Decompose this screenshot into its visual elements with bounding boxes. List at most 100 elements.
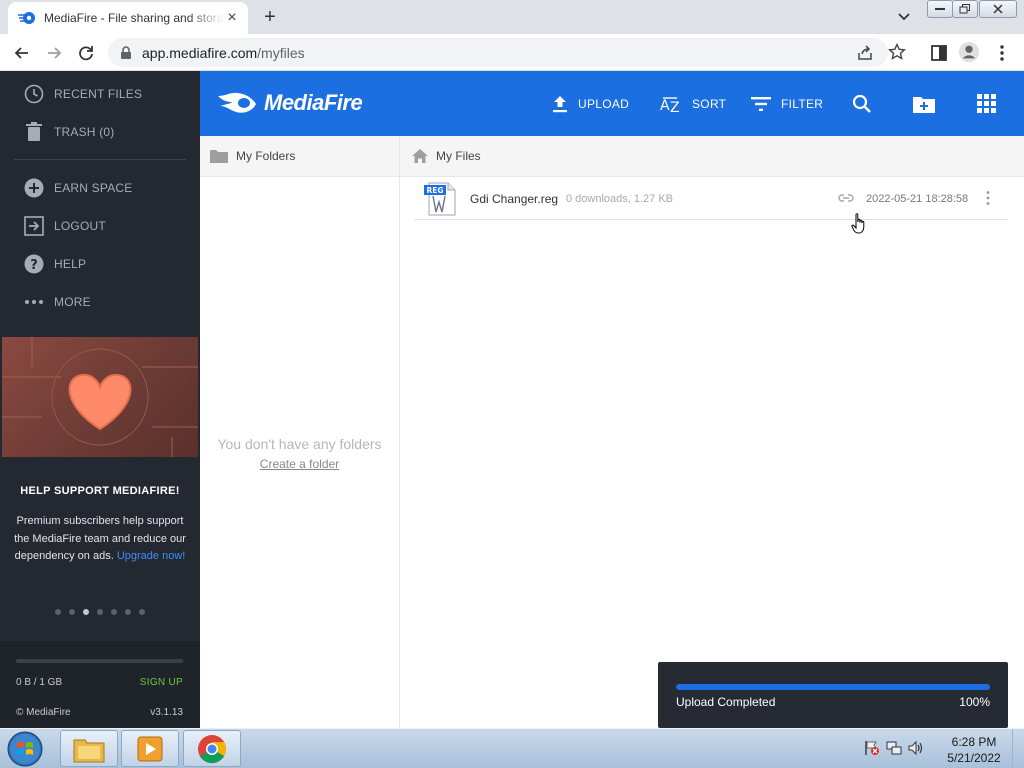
svg-text:Z: Z — [670, 100, 680, 113]
mediafire-logo-icon — [218, 92, 256, 113]
chrome-icon — [198, 734, 226, 763]
browser-menu-icon[interactable] — [991, 42, 1013, 64]
filter-icon — [751, 96, 771, 111]
tab-title: MediaFire - File sharing and storage — [44, 11, 224, 25]
profile-avatar-icon[interactable] — [958, 41, 980, 63]
browser-tab-bar: MediaFire - File sharing and storage × + — [0, 0, 1024, 34]
network-icon[interactable] — [886, 740, 902, 756]
logo-text: MediaFire — [264, 90, 363, 115]
my-files-title[interactable]: My Files — [436, 149, 481, 163]
sidebar-item-more[interactable]: MORE — [0, 287, 200, 317]
browser-toolbar: app.mediafire.com/myfiles — [0, 34, 1024, 71]
tab-search-chevron-icon[interactable] — [894, 8, 914, 26]
clock-date[interactable]: 5/21/2022 — [944, 751, 1004, 765]
carousel-dot[interactable] — [125, 609, 131, 615]
my-folders-title: My Folders — [236, 149, 296, 163]
sidebar-item-trash[interactable]: TRASH (0) — [0, 117, 200, 147]
grid-view-icon — [977, 94, 996, 113]
create-folder-link[interactable]: Create a folder — [200, 457, 399, 471]
side-panel-icon[interactable] — [928, 42, 950, 64]
promo-title: HELP SUPPORT MEDIAFIRE! — [20, 485, 180, 497]
system-tray — [864, 740, 924, 756]
version-text: v3.1.13 — [150, 707, 183, 718]
clock-time[interactable]: 6:28 PM — [944, 735, 1004, 749]
media-player-icon — [137, 736, 163, 761]
browser-tab[interactable]: MediaFire - File sharing and storage × — [8, 2, 248, 34]
upload-status-text: Upload Completed — [676, 695, 776, 709]
file-name[interactable]: Gdi Changer.reg — [470, 192, 558, 206]
app-header: MediaFire UPLOAD AZ SORT FILTER — [200, 71, 1024, 136]
upload-label: UPLOAD — [578, 96, 630, 111]
window-restore-button[interactable] — [952, 0, 978, 18]
link-icon[interactable] — [838, 193, 854, 203]
new-tab-button[interactable]: + — [258, 6, 282, 28]
folder-icon — [210, 150, 228, 163]
address-bar[interactable]: app.mediafire.com/myfiles — [108, 38, 888, 67]
carousel-dot[interactable] — [139, 609, 145, 615]
sidebar-item-label: MORE — [54, 295, 91, 309]
new-folder-button[interactable] — [913, 71, 935, 136]
sign-up-link[interactable]: SIGN UP — [140, 677, 183, 688]
upgrade-now-link[interactable]: Upgrade now! — [117, 550, 186, 562]
mediafire-favicon-icon — [18, 12, 35, 24]
sidebar-item-label: TRASH (0) — [54, 125, 115, 139]
svg-text:?: ? — [30, 258, 38, 273]
taskbar-media-player-button[interactable] — [121, 730, 179, 767]
share-icon[interactable] — [856, 44, 874, 62]
windows-start-button[interactable] — [4, 730, 46, 768]
search-icon — [852, 94, 871, 113]
promo-text: Premium subscribers help support the Med… — [10, 513, 190, 566]
storage-area: 0 B / 1 GB SIGN UP © MediaFire v3.1.13 — [0, 641, 200, 728]
sort-button[interactable]: AZ SORT — [660, 71, 726, 136]
sidebar-item-earn-space[interactable]: EARN SPACE — [0, 173, 200, 203]
back-arrow-icon[interactable] — [11, 42, 33, 64]
upload-percent: 100% — [959, 695, 990, 709]
taskbar-chrome-button[interactable] — [183, 730, 241, 767]
file-meta: 0 downloads, 1.27 KB — [566, 193, 674, 205]
forward-arrow-icon[interactable] — [43, 42, 65, 64]
grid-view-button[interactable] — [977, 71, 996, 136]
file-more-options-icon[interactable] — [984, 190, 992, 206]
sidebar-item-label: EARN SPACE — [54, 181, 133, 195]
svg-text:A: A — [660, 98, 670, 113]
mediafire-logo[interactable]: MediaFire — [218, 90, 363, 116]
file-icon-badge: REG — [426, 186, 443, 195]
upload-status-toast[interactable]: Upload Completed 100% — [658, 662, 1008, 728]
search-button[interactable] — [852, 71, 872, 136]
tab-close-icon[interactable]: × — [224, 10, 240, 26]
sort-az-icon: AZ — [660, 95, 682, 113]
empty-folders-text: You don't have any folders — [217, 436, 382, 452]
help-icon: ? — [24, 254, 44, 274]
action-center-flag-icon[interactable] — [864, 740, 880, 756]
sidebar-item-help[interactable]: ? HELP — [0, 249, 200, 279]
promo-heart-image — [2, 337, 198, 457]
show-desktop-button[interactable] — [1012, 729, 1024, 768]
upload-button[interactable]: UPLOAD — [552, 71, 629, 136]
sidebar-item-label: RECENT FILES — [54, 87, 143, 101]
more-dots-icon — [24, 292, 44, 312]
carousel-dot[interactable] — [69, 609, 75, 615]
url-text: app.mediafire.com/myfiles — [142, 45, 305, 61]
carousel-dot-active[interactable] — [83, 609, 89, 615]
bookmark-star-icon[interactable] — [888, 43, 906, 61]
sidebar-item-recent-files[interactable]: RECENT FILES — [0, 79, 200, 109]
volume-icon[interactable] — [908, 740, 924, 756]
lock-icon[interactable] — [120, 46, 132, 60]
sidebar-item-logout[interactable]: LOGOUT — [0, 211, 200, 241]
filter-button[interactable]: FILTER — [751, 71, 823, 136]
carousel-dot[interactable] — [111, 609, 117, 615]
filter-label: FILTER — [781, 96, 824, 111]
window-minimize-button[interactable] — [927, 0, 953, 18]
plus-circle-icon — [24, 178, 44, 198]
reload-icon[interactable] — [75, 42, 97, 64]
new-folder-icon — [913, 96, 935, 113]
taskbar-explorer-button[interactable] — [60, 730, 118, 767]
window-close-button[interactable] — [979, 0, 1017, 18]
files-pane: My Files REG Gdi Changer.reg 0 downloads… — [400, 136, 1024, 728]
carousel-dot[interactable] — [97, 609, 103, 615]
clock-icon — [24, 84, 44, 104]
file-row[interactable]: REG Gdi Changer.reg 0 downloads, 1.27 KB… — [414, 178, 1008, 220]
carousel-dot[interactable] — [55, 609, 61, 615]
home-icon[interactable] — [412, 149, 428, 163]
my-folders-header[interactable]: My Folders — [200, 136, 399, 177]
